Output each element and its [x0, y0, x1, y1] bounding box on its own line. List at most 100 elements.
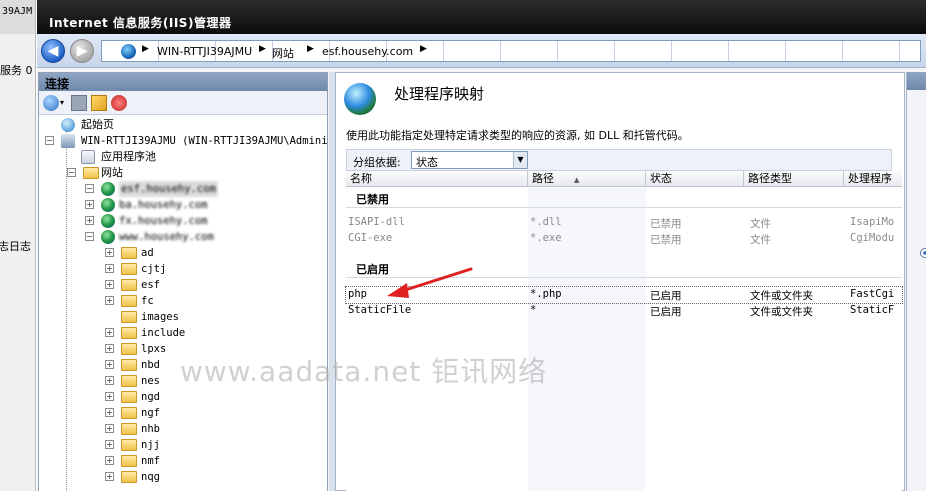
- tree-item-folder[interactable]: + fc: [39, 293, 327, 309]
- delete-icon[interactable]: [111, 95, 127, 111]
- page-title: 处理程序映射: [394, 85, 485, 103]
- group-by-value: 状态: [416, 156, 438, 169]
- chevron-down-icon[interactable]: ▼: [513, 152, 527, 168]
- expand-icon[interactable]: +: [105, 248, 114, 257]
- breadcrumb-server[interactable]: WIN-RTTJI39AJMU: [157, 45, 252, 58]
- expand-icon[interactable]: +: [105, 392, 114, 401]
- expand-icon[interactable]: +: [105, 408, 114, 417]
- group-by-bar: 分组依据: 状态 ▼: [346, 149, 892, 171]
- tree-label: esf: [141, 279, 160, 291]
- column-header-name[interactable]: 名称: [346, 171, 528, 187]
- arrow-left-icon: ◀: [47, 43, 59, 59]
- expand-icon[interactable]: +: [105, 328, 114, 337]
- connect-icon[interactable]: [43, 95, 59, 111]
- table-row[interactable]: StaticFile * 已启用 文件或文件夹 StaticF: [346, 303, 902, 319]
- group-by-label: 分组依据:: [353, 156, 401, 169]
- chevron-down-icon[interactable]: ▾: [60, 95, 68, 111]
- folder-icon: [121, 407, 137, 419]
- tree-label: nhb: [141, 423, 160, 435]
- table-row[interactable]: ISAPI-dll *.dll 已禁用 文件 IsapiMo: [346, 215, 902, 231]
- expand-icon[interactable]: +: [105, 360, 114, 369]
- folder-icon: [121, 455, 137, 467]
- tree-label: 网站: [101, 166, 123, 179]
- group-header-disabled: 已禁用: [356, 193, 389, 206]
- collapse-icon[interactable]: −: [45, 136, 54, 145]
- folder-icon: [121, 343, 137, 355]
- arrow-right-icon: ▶: [76, 43, 88, 59]
- tree-label: ad: [141, 247, 154, 259]
- tree-item-folder[interactable]: images: [39, 309, 327, 325]
- breadcrumb-site[interactable]: esf.househy.com: [322, 45, 413, 58]
- chevron-right-icon: ▶: [307, 44, 314, 54]
- expand-icon[interactable]: +: [105, 280, 114, 289]
- expand-icon[interactable]: +: [105, 424, 114, 433]
- tree-label: include: [141, 327, 186, 339]
- handler-table: 名称 路径 ▲ 状态 路径类型 处理程序 已禁用 ISAPI-dll *.dll …: [345, 171, 903, 491]
- expand-icon[interactable]: +: [85, 216, 94, 225]
- folder-icon: [121, 375, 137, 387]
- folder-icon: [121, 263, 137, 275]
- expand-icon[interactable]: +: [105, 264, 114, 273]
- tree-item-start-page[interactable]: 起始页: [39, 117, 327, 133]
- expand-icon[interactable]: +: [105, 344, 114, 353]
- tree-item-site[interactable]: − www.househy.com: [39, 229, 327, 245]
- tree-item-sites[interactable]: − 网站: [39, 165, 327, 181]
- tree-item-server[interactable]: − WIN-RTTJI39AJMU (WIN-RTTJI39AJMU\Admin…: [39, 133, 327, 149]
- tree-item-site[interactable]: + fx.househy.com: [39, 213, 327, 229]
- website-icon: [101, 182, 115, 196]
- actions-panel: [906, 72, 926, 491]
- collapse-icon[interactable]: −: [85, 232, 94, 241]
- new-folder-icon[interactable]: [91, 95, 107, 111]
- folder-icon: [121, 311, 137, 323]
- chevron-right-icon: ▶: [259, 44, 266, 54]
- radio-icon[interactable]: [920, 248, 926, 258]
- folder-icon: [121, 279, 137, 291]
- handler-mappings-icon: [344, 83, 376, 115]
- breadcrumb[interactable]: ▶ WIN-RTTJI39AJMU ▶ 网站 ▶ esf.househy.com…: [101, 40, 921, 62]
- title-bar[interactable]: Internet 信息服务(IIS)管理器: [37, 0, 926, 34]
- table-row[interactable]: CGI-exe *.exe 已禁用 文件 CgiModu: [346, 231, 902, 247]
- back-button[interactable]: ◀: [41, 39, 65, 63]
- expand-icon[interactable]: +: [105, 472, 114, 481]
- tree-item-folder[interactable]: + nmf: [39, 453, 327, 469]
- tree-label: images: [141, 311, 179, 323]
- tree-item-folder[interactable]: + include: [39, 325, 327, 341]
- tree-item-site[interactable]: − esf.househy.com: [39, 181, 327, 197]
- column-header-handler[interactable]: 处理程序: [844, 171, 902, 187]
- tree-label: ngf: [141, 407, 160, 419]
- tree-item-folder[interactable]: + ad: [39, 245, 327, 261]
- tree-item-site[interactable]: + ba.househy.com: [39, 197, 327, 213]
- forward-button[interactable]: ▶: [70, 39, 94, 63]
- tree-item-folder[interactable]: + nhb: [39, 421, 327, 437]
- tree-item-app-pools[interactable]: 应用程序池: [39, 149, 327, 165]
- tree-item-folder[interactable]: + njj: [39, 437, 327, 453]
- group-by-select[interactable]: 状态 ▼: [411, 151, 528, 169]
- tree-label: nes: [141, 375, 160, 387]
- expand-icon[interactable]: +: [105, 376, 114, 385]
- folder-icon: [121, 327, 137, 339]
- page-description: 使用此功能指定处理特定请求类型的响应的资源, 如 DLL 和托管代码。: [346, 129, 689, 142]
- tree-label: www.househy.com: [119, 231, 214, 243]
- expand-icon[interactable]: +: [85, 200, 94, 209]
- expand-icon[interactable]: +: [105, 456, 114, 465]
- collapse-icon[interactable]: −: [67, 168, 76, 177]
- tree-item-folder[interactable]: + esf: [39, 277, 327, 293]
- breadcrumb-sites[interactable]: 网站: [272, 45, 294, 61]
- expand-icon[interactable]: +: [105, 296, 114, 305]
- column-header-path[interactable]: 路径 ▲: [528, 171, 646, 187]
- tree-item-folder[interactable]: + nqg: [39, 469, 327, 485]
- tree-item-folder[interactable]: + ngd: [39, 389, 327, 405]
- column-header-state[interactable]: 状态: [646, 171, 744, 187]
- expand-icon[interactable]: +: [105, 440, 114, 449]
- tree-label: nbd: [141, 359, 160, 371]
- table-header: 名称 路径 ▲ 状态 路径类型 处理程序: [346, 171, 902, 187]
- connections-header: 连接: [39, 73, 327, 91]
- column-header-path-type[interactable]: 路径类型: [744, 171, 844, 187]
- tree-label: ngd: [141, 391, 160, 403]
- save-icon[interactable]: [71, 95, 87, 111]
- collapse-icon[interactable]: −: [85, 184, 94, 193]
- tree-item-folder[interactable]: + cjtj: [39, 261, 327, 277]
- home-icon: [61, 118, 75, 132]
- tree-item-folder[interactable]: + ngf: [39, 405, 327, 421]
- watermark: www.aadata.net 钜讯网络: [180, 355, 548, 388]
